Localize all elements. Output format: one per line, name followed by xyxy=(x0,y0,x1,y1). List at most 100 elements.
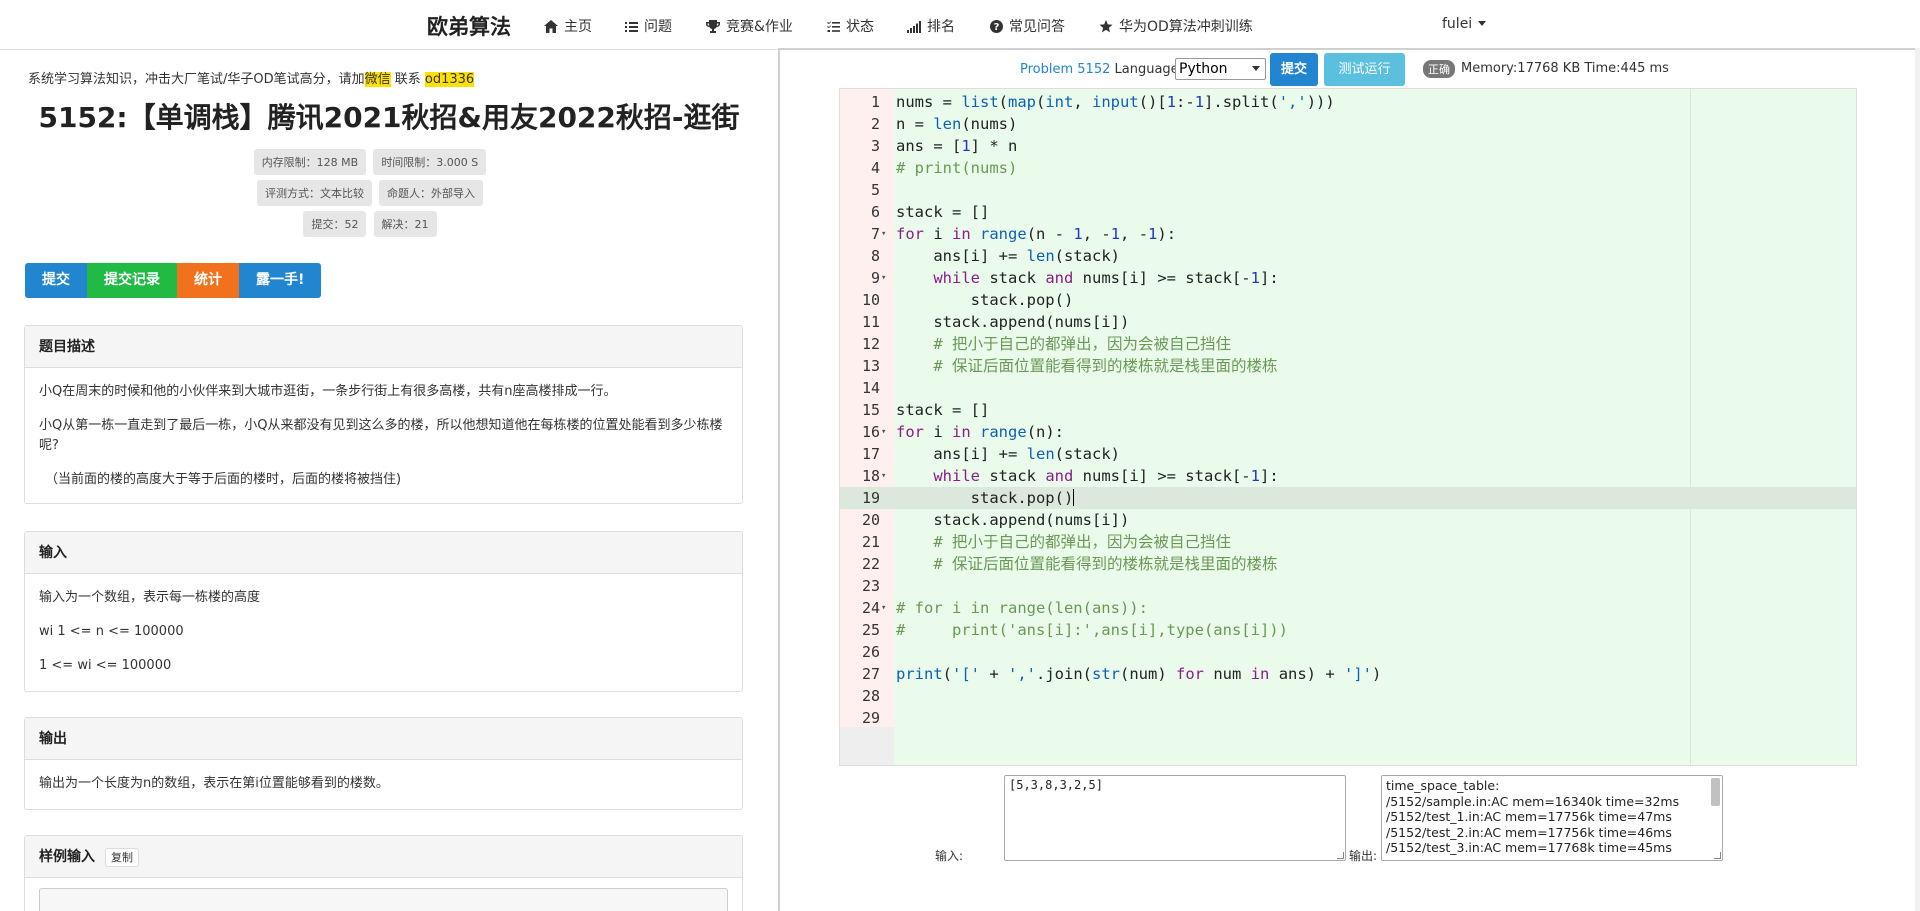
code-line[interactable]: 9 ▾ while stack and nums[i] >= stack[-1]: xyxy=(840,267,1856,289)
code-line[interactable]: 14 xyxy=(840,377,1856,399)
wechat-highlight: 微信 xyxy=(364,72,391,87)
line-number: 13 xyxy=(861,357,880,375)
line-number: 23 xyxy=(861,577,880,595)
star-icon xyxy=(1099,20,1113,33)
code-line[interactable]: 28 xyxy=(840,685,1856,707)
code-line[interactable]: 20 stack.append(nums[i]) xyxy=(840,509,1856,531)
code-line[interactable]: 22 # 保证后面位置能看得到的楼栋就是栈里面的楼栋 xyxy=(840,553,1856,575)
code-line[interactable]: 27 print('[' + ','.join(str(num) for num … xyxy=(840,663,1856,685)
problem-info: Problem 5152 Language: xyxy=(1020,62,1183,77)
line-number: 1 xyxy=(870,93,880,111)
submitted-count-badge: 提交：52 xyxy=(303,211,367,237)
problem-prefix: Problem xyxy=(1020,62,1078,77)
text-cursor xyxy=(1073,489,1075,506)
line-number: 19 xyxy=(861,489,880,507)
line-number: 26 xyxy=(861,643,880,661)
code-line[interactable]: 8 ans[i] += len(stack) xyxy=(840,245,1856,267)
fold-toggle-icon[interactable]: ▾ xyxy=(881,223,886,245)
code-line[interactable]: 16 ▾ for i in range(n): xyxy=(840,421,1856,443)
code-text: # 把小于自己的都弹出，因为会被自己挡住 xyxy=(933,335,1231,353)
nav-problems[interactable]: 问题 xyxy=(625,16,672,36)
test-input-textarea[interactable]: [5,3,8,3,2,5] xyxy=(1004,775,1346,861)
code-line[interactable]: 5 xyxy=(840,179,1856,201)
language-select[interactable]: Python xyxy=(1175,58,1266,80)
input-header: 输入 xyxy=(25,532,742,574)
nav-status[interactable]: 状态 xyxy=(827,16,874,36)
code-line[interactable]: 25 # print('ans[i]:',ans[i],type(ans[i])) xyxy=(840,619,1856,641)
chevron-down-icon xyxy=(1478,21,1487,26)
nav-home[interactable]: 主页 xyxy=(544,16,592,36)
code-line[interactable]: 15 stack = [] xyxy=(840,399,1856,421)
problem-action-buttons: 提交 提交记录 统计 露一手! xyxy=(25,263,322,298)
input-panel: 输入 输入为一个数组，表示每一栋楼的高度 wi 1 <= n <= 100000… xyxy=(24,531,743,692)
nav-faq-label: 常见问答 xyxy=(1009,19,1065,35)
test-output-textarea[interactable]: time_space_table: /5152/sample.in:AC mem… xyxy=(1381,775,1723,861)
code-line[interactable]: 29 xyxy=(840,707,1856,729)
code-lines: 1 nums = list(map(int, input()[1:-1].spli… xyxy=(840,91,1856,729)
input-label: 输入: xyxy=(935,849,964,863)
description-p3: （当前面的楼的高度大于等于后面的楼时，后面的楼将被挡住) xyxy=(45,472,402,487)
code-text: for i in range(n - 1, -1, -1): xyxy=(896,225,1177,243)
code-line[interactable]: 7 ▾ for i in range(n - 1, -1, -1): xyxy=(840,223,1856,245)
time-limit-badge: 时间限制：3.000 S xyxy=(373,149,487,175)
statistics-button[interactable]: 统计 xyxy=(177,263,239,298)
resize-handle[interactable] xyxy=(1714,852,1721,859)
problem-id-label[interactable]: Problem 5152 xyxy=(1020,62,1110,77)
code-line[interactable]: 13 # 保证后面位置能看得到的楼栋就是栈里面的楼栋 xyxy=(840,355,1856,377)
code-line[interactable]: 1 nums = list(map(int, input()[1:-1].spli… xyxy=(840,91,1856,113)
user-menu[interactable]: fulei xyxy=(1442,16,1487,32)
line-number: 5 xyxy=(870,181,880,199)
code-line[interactable]: 18 ▾ while stack and nums[i] >= stack[-1]… xyxy=(840,465,1856,487)
output-scrollbar[interactable] xyxy=(1711,778,1720,806)
line-number: 18 xyxy=(861,467,880,485)
fold-toggle-icon[interactable]: ▾ xyxy=(881,267,886,289)
nav-od-training[interactable]: 华为OD算法冲刺训练 xyxy=(1099,16,1253,36)
svg-text:?: ? xyxy=(994,22,1000,33)
submit-button[interactable]: 提交 xyxy=(25,263,87,298)
page-scrollbar[interactable] xyxy=(1915,48,1920,911)
brand-logo[interactable]: 欧弟算法 xyxy=(427,11,511,41)
code-submit-button[interactable]: 提交 xyxy=(1270,53,1318,86)
code-line[interactable]: 10 stack.pop() xyxy=(840,289,1856,311)
code-line[interactable]: 4 # print(nums) xyxy=(840,157,1856,179)
promo-notice: 系统学习算法知识，冲击大厂笔试/华子OD笔试高分，请加微信 联系 od1336 xyxy=(28,68,475,87)
line-number: 10 xyxy=(861,291,880,309)
result-status-badge: 正确 xyxy=(1423,60,1455,78)
code-text: stack.append(nums[i]) xyxy=(896,511,1130,529)
memory-limit-badge: 内存限制：128 MB xyxy=(253,149,367,175)
language-value: Python xyxy=(1179,61,1228,77)
description-p2: 小Q从第一栋一直走到了最后一栋，小Q从来都没有见到这么多的楼，所以他想知道他在每… xyxy=(39,418,723,453)
code-line[interactable]: 23 xyxy=(840,575,1856,597)
resize-handle[interactable] xyxy=(1337,852,1344,859)
code-line[interactable]: 2 n = len(nums) xyxy=(840,113,1856,135)
line-number: 15 xyxy=(861,401,880,419)
code-line[interactable]: 17 ans[i] += len(stack) xyxy=(840,443,1856,465)
code-text: stack = [] xyxy=(896,401,990,419)
submission-records-button[interactable]: 提交记录 xyxy=(87,263,177,298)
nav-problems-label: 问题 xyxy=(644,19,672,35)
code-line[interactable]: 19 stack.pop() xyxy=(840,487,1856,509)
code-text: n = len(nums) xyxy=(896,115,1018,133)
show-solution-button[interactable]: 露一手! xyxy=(239,263,322,298)
line-number: 8 xyxy=(870,247,880,265)
problem-panel: 系统学习算法知识，冲击大厂笔试/华子OD笔试高分，请加微信 联系 od1336 … xyxy=(0,50,778,911)
code-line[interactable]: 11 stack.append(nums[i]) xyxy=(840,311,1856,333)
code-editor[interactable]: 1 nums = list(map(int, input()[1:-1].spli… xyxy=(839,88,1857,766)
copy-button[interactable]: 复制 xyxy=(105,848,139,867)
fold-toggle-icon[interactable]: ▾ xyxy=(881,597,886,619)
code-line[interactable]: 12 # 把小于自己的都弹出，因为会被自己挡住 xyxy=(840,333,1856,355)
test-run-button[interactable]: 测试运行 xyxy=(1324,53,1405,86)
nav-contests[interactable]: 竞赛&作业 xyxy=(706,16,793,36)
code-text: stack.append(nums[i]) xyxy=(896,313,1130,331)
code-line[interactable]: 6 stack = [] xyxy=(840,201,1856,223)
code-line[interactable]: 24 ▾ # for i in range(len(ans)): xyxy=(840,597,1856,619)
code-line[interactable]: 26 xyxy=(840,641,1856,663)
nav-ranking[interactable]: 排名 xyxy=(907,16,955,36)
fold-toggle-icon[interactable]: ▾ xyxy=(881,465,886,487)
code-line[interactable]: 3 ans = [1] * n xyxy=(840,135,1856,157)
list-icon xyxy=(625,22,638,32)
nav-faq[interactable]: ? 常见问答 xyxy=(990,16,1065,36)
output-p1: 输出为一个长度为n的数组，表示在第i位置能够看到的楼数。 xyxy=(39,776,389,791)
fold-toggle-icon[interactable]: ▾ xyxy=(881,421,886,443)
code-line[interactable]: 21 # 把小于自己的都弹出，因为会被自己挡住 xyxy=(840,531,1856,553)
